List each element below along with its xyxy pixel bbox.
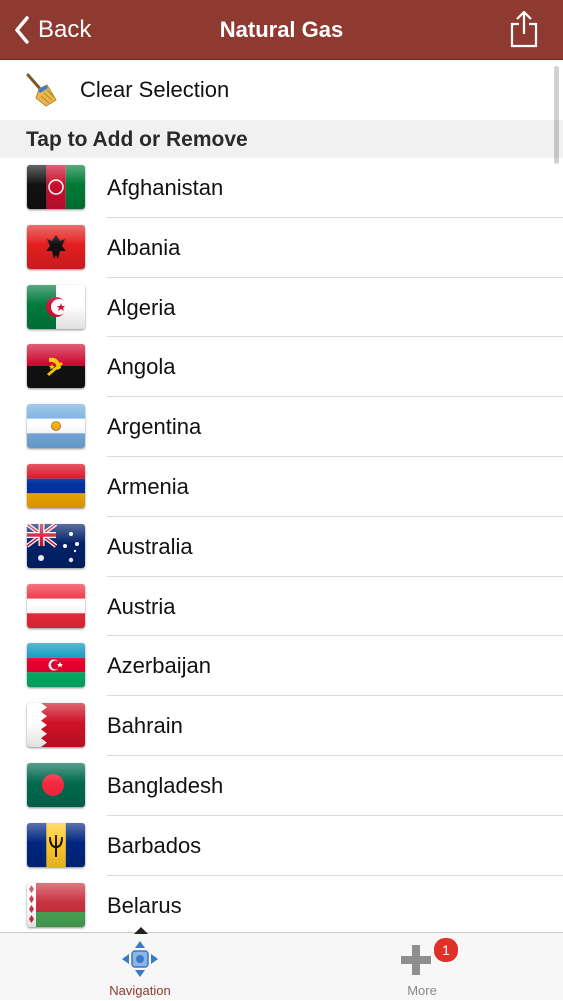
- list-item-belarus[interactable]: Belarus: [0, 876, 563, 932]
- albania-flag-icon: [27, 224, 85, 269]
- country-name: Afghanistan: [107, 175, 224, 200]
- country-name: Bangladesh: [107, 772, 224, 798]
- list-item-argentina[interactable]: Argentina: [0, 397, 563, 457]
- clear-selection-button[interactable]: Clear Selection: [0, 60, 563, 120]
- afghanistan-flag-icon: [27, 165, 85, 209]
- country-name: Angola: [107, 354, 176, 380]
- list-item-angola[interactable]: Angola: [0, 337, 563, 398]
- list-item-afghanistan[interactable]: Afghanistan: [0, 158, 563, 218]
- tab-label: Navigation: [109, 983, 171, 998]
- tab-bar: Navigation 1 More: [0, 927, 563, 1001]
- country-name: Argentina: [107, 414, 202, 440]
- argentina-flag-icon: [27, 404, 85, 449]
- tab-navigation[interactable]: Navigation: [60, 933, 220, 1001]
- country-name: Austria: [107, 593, 176, 619]
- armenia-flag-icon: [27, 463, 85, 508]
- tab-more[interactable]: 1 More: [342, 933, 502, 1001]
- list-item-bahrain[interactable]: Bahrain: [0, 696, 563, 756]
- austria-flag-icon: [27, 583, 85, 628]
- bangladesh-flag-icon: [27, 762, 85, 807]
- country-list: Afghanistan Albania Algeria Angola Argen…: [0, 158, 563, 932]
- australia-flag-icon: [27, 523, 85, 568]
- algeria-flag-icon: [27, 284, 85, 329]
- country-name: Belarus: [107, 892, 182, 918]
- country-name: Barbados: [107, 832, 202, 858]
- navigation-bar: Back Natural Gas: [0, 0, 563, 60]
- notification-badge: 1: [433, 937, 459, 963]
- country-name: Azerbaijan: [107, 653, 211, 679]
- bahrain-flag-icon: [27, 703, 85, 748]
- list-item-bangladesh[interactable]: Bangladesh: [0, 756, 563, 816]
- clear-selection-label: Clear Selection: [80, 77, 230, 102]
- country-name: Albania: [107, 234, 181, 260]
- angola-flag-icon: [27, 344, 85, 389]
- broom-icon: [26, 73, 57, 107]
- back-label: Back: [38, 16, 92, 43]
- country-name: Armenia: [107, 473, 189, 499]
- plus-icon: [401, 945, 431, 975]
- scroll-indicator[interactable]: [554, 66, 559, 164]
- list-item-algeria[interactable]: Algeria: [0, 278, 563, 338]
- country-name: Australia: [107, 533, 193, 559]
- tab-label: More: [407, 983, 437, 998]
- navigation-arrows-icon: [122, 941, 158, 977]
- list-item-barbados[interactable]: Barbados: [0, 816, 563, 876]
- share-icon: [510, 10, 538, 48]
- section-header: Tap to Add or Remove: [0, 120, 563, 158]
- list-item-albania[interactable]: Albania: [0, 218, 563, 278]
- belarus-flag-icon: [27, 882, 85, 927]
- back-button[interactable]: Back: [14, 10, 91, 50]
- list-item-australia[interactable]: Australia: [0, 517, 563, 577]
- azerbaijan-flag-icon: [27, 643, 85, 688]
- list-item-austria[interactable]: Austria: [0, 577, 563, 637]
- list-item-azerbaijan[interactable]: Azerbaijan: [0, 636, 563, 697]
- chevron-left-icon: [15, 16, 29, 44]
- list-item-armenia[interactable]: Armenia: [0, 457, 563, 517]
- country-name: Algeria: [107, 294, 176, 320]
- share-button[interactable]: [507, 8, 541, 50]
- country-name: Bahrain: [107, 713, 183, 739]
- barbados-flag-icon: [27, 822, 85, 867]
